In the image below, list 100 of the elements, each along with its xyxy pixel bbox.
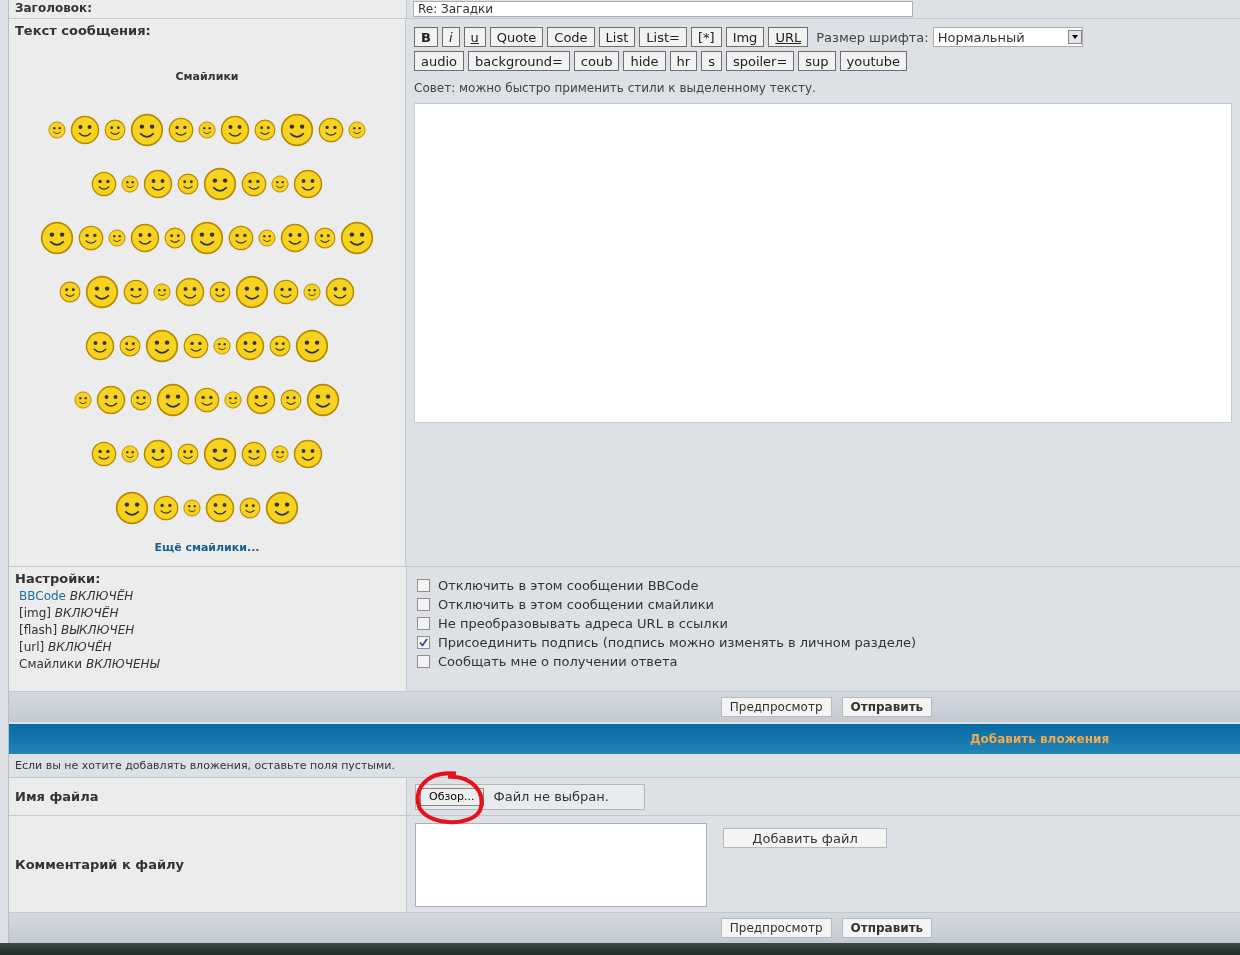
format-button[interactable]: sup [798,51,836,71]
smiley-icon[interactable] [194,387,220,413]
checkbox[interactable] [417,598,430,611]
smiley-icon[interactable] [213,337,231,355]
format-button[interactable]: [*] [690,27,722,47]
smiley-icon[interactable] [318,117,344,143]
smiley-icon[interactable] [340,221,374,255]
format-button[interactable]: hr [669,51,698,71]
smiley-icon[interactable] [130,389,152,411]
smiley-icon[interactable] [177,173,199,195]
smiley-icon[interactable] [203,167,237,201]
smiley-icon[interactable] [258,229,276,247]
format-button[interactable]: Quote [489,27,544,47]
smiley-icon[interactable] [153,495,179,521]
format-button[interactable]: audio [414,51,465,71]
smiley-icon[interactable] [306,383,340,417]
checkbox[interactable] [417,655,430,668]
smiley-icon[interactable] [91,441,117,467]
smiley-icon[interactable] [115,491,149,525]
smiley-icon[interactable] [295,329,329,363]
smiley-icon[interactable] [265,491,299,525]
smiley-icon[interactable] [254,119,276,141]
smiley-icon[interactable] [104,119,126,141]
smiley-icon[interactable] [280,223,310,253]
format-button[interactable]: Code [547,27,595,47]
smiley-icon[interactable] [145,329,179,363]
smiley-icon[interactable] [121,445,139,463]
smiley-icon[interactable] [271,445,289,463]
smiley-icon[interactable] [293,439,323,469]
font-size-select[interactable]: Нормальный [932,27,1083,47]
checkbox[interactable] [417,636,430,649]
subject-input[interactable]: Re: Загадки [413,1,913,17]
smiley-icon[interactable] [108,229,126,247]
smiley-icon[interactable] [224,391,242,409]
smiley-icon[interactable] [164,227,186,249]
smiley-icon[interactable] [209,281,231,303]
smiley-icon[interactable] [59,281,81,303]
smiley-icon[interactable] [143,169,173,199]
smiley-icon[interactable] [156,383,190,417]
smiley-icon[interactable] [121,175,139,193]
smiley-icon[interactable] [273,279,299,305]
format-button[interactable]: s [701,51,722,71]
smiley-icon[interactable] [85,275,119,309]
file-input[interactable]: Обзор... Файл не выбран. [415,783,645,810]
smiley-icon[interactable] [314,227,336,249]
format-button[interactable]: u [463,27,486,47]
checkbox[interactable] [417,617,430,630]
format-button[interactable]: i [441,27,460,47]
smiley-icon[interactable] [205,493,235,523]
submit-button[interactable]: Отправить [841,918,933,938]
smiley-icon[interactable] [198,121,216,139]
smiley-icon[interactable] [235,331,265,361]
smiley-icon[interactable] [130,113,164,147]
smiley-icon[interactable] [183,333,209,359]
format-button[interactable]: List= [639,27,687,47]
smiley-icon[interactable] [153,283,171,301]
smiley-icon[interactable] [241,441,267,467]
smiley-icon[interactable] [293,169,323,199]
format-button[interactable]: hide [623,51,666,71]
more-smileys-link[interactable]: Ещё смайлики... [15,541,399,554]
smiley-icon[interactable] [123,279,149,305]
smiley-icon[interactable] [325,277,355,307]
smiley-icon[interactable] [48,121,66,139]
smiley-icon[interactable] [271,175,289,193]
smiley-icon[interactable] [74,391,92,409]
format-button[interactable]: Img [725,27,765,47]
format-button[interactable]: youtube [839,51,908,71]
smiley-icon[interactable] [91,171,117,197]
smiley-icon[interactable] [228,225,254,251]
smiley-icon[interactable] [348,121,366,139]
smiley-icon[interactable] [40,221,74,255]
format-button[interactable]: URL [768,27,809,47]
format-button[interactable]: coub [573,51,620,71]
smiley-icon[interactable] [96,385,126,415]
smiley-icon[interactable] [190,221,224,255]
checkbox[interactable] [417,579,430,592]
smiley-icon[interactable] [241,171,267,197]
smiley-icon[interactable] [203,437,237,471]
preview-button[interactable]: Предпросмотр [720,918,832,938]
smiley-icon[interactable] [119,335,141,357]
browse-button[interactable]: Обзор... [420,787,484,806]
smiley-icon[interactable] [280,389,302,411]
smiley-icon[interactable] [70,115,100,145]
smiley-icon[interactable] [303,283,321,301]
smiley-icon[interactable] [269,335,291,357]
smiley-icon[interactable] [177,443,199,465]
smiley-icon[interactable] [78,225,104,251]
smiley-icon[interactable] [246,385,276,415]
format-button[interactable]: B [414,27,438,47]
submit-button[interactable]: Отправить [841,697,933,717]
smiley-icon[interactable] [239,497,261,519]
smiley-icon[interactable] [85,331,115,361]
smiley-icon[interactable] [143,439,173,469]
format-button[interactable]: List [598,27,636,47]
smiley-icon[interactable] [235,275,269,309]
smiley-icon[interactable] [130,223,160,253]
add-file-button[interactable]: Добавить файл [723,828,887,848]
smiley-icon[interactable] [183,499,201,517]
format-button[interactable]: spoiler= [725,51,795,71]
smiley-icon[interactable] [220,115,250,145]
